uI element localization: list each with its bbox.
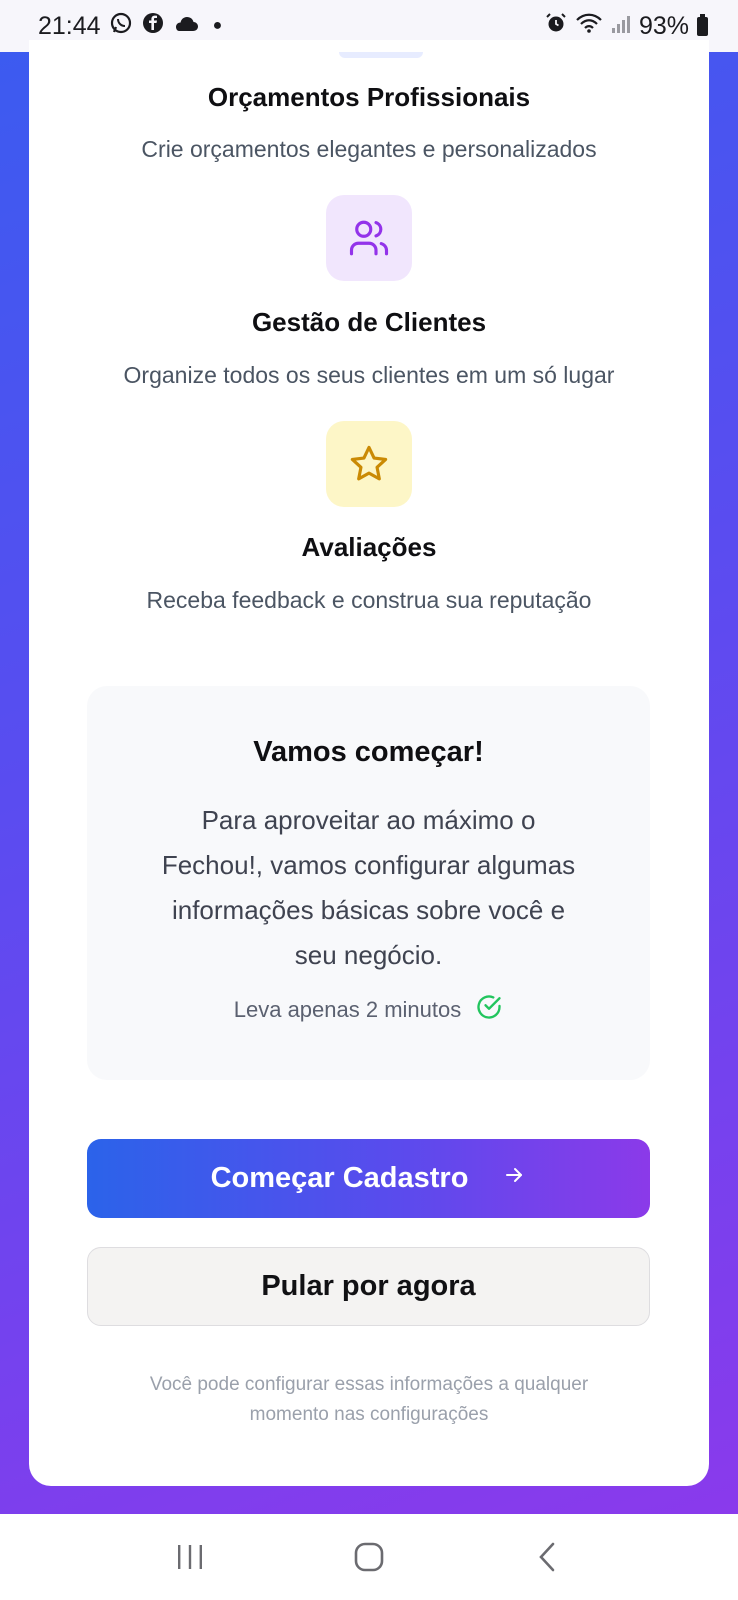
- check-circle-icon: [475, 993, 503, 1027]
- getting-started-box: Vamos começar! Para aproveitar ao máximo…: [87, 686, 650, 1080]
- feature-clients-desc-row: Organize todos os seus clientes em um só…: [29, 362, 709, 389]
- info-line: informações básicas sobre você e: [171, 895, 566, 925]
- feature-title: Gestão de Clientes: [251, 307, 487, 337]
- feature-reviews: Avaliações: [29, 532, 709, 563]
- info-line: seu negócio.: [294, 940, 443, 970]
- feature-reviews-desc-row: Receba feedback e construa sua reputação: [29, 587, 709, 614]
- feature-budgets: Orçamentos Profissionais: [29, 82, 709, 113]
- feature-title: Orçamentos Profissionais: [207, 82, 531, 112]
- users-icon: [326, 195, 412, 281]
- cloud-icon: [173, 12, 199, 41]
- battery-icon: [697, 13, 708, 36]
- info-line: Para aproveitar ao máximo o: [201, 805, 536, 835]
- skip-label: Pular por agora: [261, 1270, 476, 1302]
- feature-title: Avaliações: [301, 532, 437, 562]
- recent-apps-button[interactable]: [160, 1527, 220, 1587]
- arrow-right-icon: [502, 1162, 526, 1195]
- alarm-icon: [545, 12, 567, 41]
- info-title: Vamos começar!: [253, 736, 484, 768]
- notification-dot-icon: ●: [212, 17, 223, 34]
- battery-percentage: 93%: [638, 11, 689, 40]
- wifi-icon: [575, 12, 603, 41]
- onboarding-card: Orçamentos Profissionais Crie orçamentos…: [29, 40, 709, 1486]
- time-estimate-text: Leva apenas 2 minutos: [233, 997, 462, 1022]
- feature-icon-partial: [339, 52, 423, 58]
- start-registration-label: Começar Cadastro: [210, 1162, 469, 1194]
- feature-budgets-desc-row: Crie orçamentos elegantes e personalizad…: [29, 136, 709, 163]
- feature-description: Organize todos os seus clientes em um só…: [123, 362, 615, 388]
- facebook-icon: [141, 11, 165, 42]
- status-time: 21:44: [38, 11, 101, 40]
- feature-clients: Gestão de Clientes: [29, 307, 709, 338]
- footnote-line: Você pode configurar essas informações a…: [149, 1374, 589, 1395]
- skip-button[interactable]: Pular por agora: [87, 1247, 650, 1326]
- start-registration-button[interactable]: Começar Cadastro: [87, 1139, 650, 1218]
- signal-icon: [611, 12, 631, 41]
- feature-description: Crie orçamentos elegantes e personalizad…: [141, 136, 597, 162]
- info-body: Para aproveitar ao máximo o Fechou!, vam…: [127, 798, 610, 978]
- time-estimate: Leva apenas 2 minutos: [87, 993, 650, 1027]
- settings-footnote: Você pode configurar essas informações a…: [89, 1370, 649, 1430]
- system-navigation-bar: [0, 1514, 738, 1600]
- back-button[interactable]: [518, 1527, 578, 1587]
- whatsapp-icon: [109, 11, 133, 42]
- star-icon: [326, 421, 412, 507]
- home-button[interactable]: [339, 1527, 399, 1587]
- feature-description: Receba feedback e construa sua reputação: [146, 587, 592, 613]
- footnote-line: momento nas configurações: [249, 1404, 489, 1425]
- info-line: Fechou!, vamos configurar algumas: [161, 850, 576, 880]
